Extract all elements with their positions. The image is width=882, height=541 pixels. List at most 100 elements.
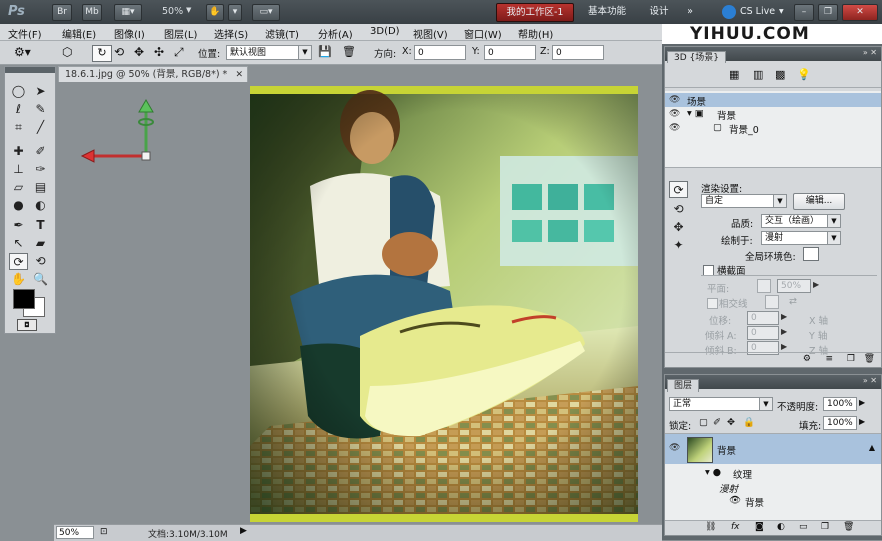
y-axis-arrow[interactable] [138, 99, 154, 113]
intersection-color-swatch[interactable] [765, 295, 779, 309]
workspace-essentials[interactable]: 基本功能 [582, 3, 632, 20]
slide-3d-icon[interactable]: ✣ [154, 45, 170, 60]
tool-preset-picker[interactable]: ⚙▾ [14, 45, 44, 60]
x-axis-arrow[interactable] [80, 149, 95, 163]
new-group-icon[interactable]: ▭ [799, 522, 808, 532]
cs-live-button[interactable]: CS Live [740, 6, 775, 17]
fill-input[interactable]: 100% [823, 416, 857, 430]
lock-pixels-icon[interactable]: ✐ [713, 417, 721, 428]
panel-menu-icon[interactable]: » ✕ [863, 376, 877, 385]
rotate-3d-icon[interactable]: ↻ [92, 45, 112, 62]
menu-file[interactable]: 文件(F) [8, 26, 42, 41]
scale-3d-icon[interactable]: ⤢ [174, 45, 190, 60]
eye-icon[interactable]: 👁 [669, 95, 680, 105]
eye-icon[interactable]: 👁 [669, 443, 680, 453]
orientation-z-input[interactable]: 0 [552, 45, 604, 60]
crop-tool-icon[interactable]: ⌗ [9, 119, 28, 136]
workspace-design[interactable]: 设计 [644, 3, 674, 20]
lock-transparency-icon[interactable]: ▢ [699, 417, 708, 428]
save-view-icon[interactable]: 💾 [318, 45, 332, 60]
chevron-up-icon[interactable]: ▲ [869, 443, 875, 452]
status-menu-arrow[interactable]: ▶ [240, 526, 247, 536]
scene-tree-item[interactable]: 👁 场景 [665, 93, 881, 108]
quality-select[interactable]: 交互（绘画） ▼ [761, 214, 841, 228]
offset-input[interactable]: 0 [747, 311, 779, 325]
history-brush-tool-icon[interactable]: ✑ [31, 161, 50, 178]
workspace-active-button[interactable]: 我的工作区-1 [496, 3, 574, 22]
paint-on-select[interactable]: 漫射 ▼ [761, 231, 841, 245]
scene-tree-item[interactable]: 👁 ▢ 背景_0 [665, 121, 881, 136]
global-ambient-swatch[interactable] [803, 247, 819, 261]
toggle-icon[interactable]: ≡ [825, 354, 833, 364]
x-axis-radio[interactable]: X 轴 [809, 313, 828, 327]
roll-3d-icon[interactable]: ⟲ [114, 45, 130, 60]
toolbox-grip[interactable] [5, 67, 55, 73]
new-layer-icon[interactable]: ❐ [821, 522, 829, 532]
edit-render-button[interactable]: 编辑... [793, 193, 845, 210]
chevron-right-icon[interactable]: ▶ [781, 342, 787, 351]
close-button[interactable]: ✕ [842, 4, 878, 21]
3d-walk-icon[interactable]: ✦ [669, 237, 688, 254]
zoom-tool-icon[interactable]: 🔍 [31, 271, 50, 288]
zoom-input[interactable]: 50% [56, 526, 94, 539]
eyedropper-tool-icon[interactable]: ╱ [31, 119, 50, 136]
panel-menu-icon[interactable]: » ✕ [863, 48, 877, 57]
meshes-filter-icon[interactable]: ▥ [753, 68, 763, 81]
menu-analysis[interactable]: 分析(A) [318, 26, 353, 41]
eraser-tool-icon[interactable]: ▱ [9, 179, 28, 196]
y-axis-radio[interactable]: Y 轴 [809, 328, 827, 342]
3d-object-rotate-icon[interactable]: ⟳ [669, 181, 688, 198]
bridge-button[interactable]: Br [52, 4, 72, 21]
lock-all-icon[interactable]: 🔒 [743, 417, 755, 428]
menu-filter[interactable]: 滤镜(T) [265, 26, 299, 41]
healing-brush-tool-icon[interactable]: ✚ [9, 143, 28, 160]
clone-stamp-tool-icon[interactable]: ⊥ [9, 161, 28, 178]
layer-row-background[interactable]: 👁 背景 ▲ [665, 434, 881, 464]
menu-image[interactable]: 图像(I) [114, 26, 145, 41]
quick-mask-icon[interactable]: ◘ [17, 319, 37, 331]
document-tab[interactable]: 18.6.1.jpg @ 50% (背景, RGB/8*) * ✕ [58, 66, 248, 82]
lights-filter-icon[interactable]: 💡 [797, 68, 811, 81]
adjustment-layer-icon[interactable]: ◐ [777, 522, 785, 532]
drag-3d-icon[interactable]: ✥ [134, 45, 150, 60]
plane-color-swatch[interactable] [757, 279, 771, 293]
layer-sub-item[interactable]: ▾ ● 纹理 [665, 466, 881, 481]
eye-icon[interactable]: 👁 [669, 123, 680, 133]
position-select[interactable]: 默认视图 ▼ [226, 45, 312, 60]
plane-opacity-input[interactable]: 50% [777, 279, 811, 293]
layer-sub-item[interactable]: 👁 背景 [665, 494, 881, 509]
3d-rotate-tool-icon[interactable]: ⟳ [9, 253, 28, 270]
menu-window[interactable]: 窗口(W) [464, 26, 502, 41]
minimize-button[interactable]: – [794, 4, 814, 21]
type-tool-icon[interactable]: T [31, 217, 50, 234]
marquee-tool-icon[interactable]: ◯ [9, 83, 28, 100]
3d-axis-widget[interactable] [76, 96, 166, 168]
mini-bridge-button[interactable]: Mb [82, 4, 102, 21]
screen-mode-button[interactable]: ▭▾ [252, 4, 280, 21]
foreground-color-swatch[interactable] [13, 289, 35, 309]
restore-button[interactable]: ❐ [818, 4, 838, 21]
axis-origin-handle[interactable] [141, 151, 151, 161]
arrange-documents-button[interactable]: ▾ [228, 4, 242, 21]
chevron-right-icon[interactable]: ▶ [859, 398, 865, 407]
menu-help[interactable]: 帮助(H) [518, 26, 553, 41]
new-icon[interactable]: ❐ [847, 354, 855, 364]
shape-tool-icon[interactable]: ▰ [31, 235, 50, 252]
brush-tool-icon[interactable]: ✐ [31, 143, 50, 160]
eye-icon[interactable]: 👁 [669, 109, 680, 119]
flip-icon[interactable]: ⇄ [789, 296, 797, 307]
dodge-tool-icon[interactable]: ◐ [31, 197, 50, 214]
menu-3d[interactable]: 3D(D) [370, 26, 400, 37]
status-icon[interactable]: ⊡ [100, 527, 108, 537]
view-extras-button[interactable]: ▦▾ [114, 4, 142, 21]
move-tool-icon[interactable]: ➤ [31, 83, 50, 100]
pen-tool-icon[interactable]: ✒ [9, 217, 28, 234]
return-to-initial-position-icon[interactable]: ⬡ [62, 45, 78, 60]
hand-tool-icon[interactable]: ✋ [9, 271, 28, 288]
render-preset-select[interactable]: 自定 ▼ [701, 194, 787, 208]
3d-camera-tool-icon[interactable]: ⟲ [31, 253, 50, 270]
menu-layer[interactable]: 图层(L) [164, 26, 197, 41]
close-icon[interactable]: ✕ [235, 67, 243, 83]
lasso-tool-icon[interactable]: ℓ [9, 101, 28, 118]
scene-filter-icon[interactable]: ▦ [729, 68, 739, 81]
